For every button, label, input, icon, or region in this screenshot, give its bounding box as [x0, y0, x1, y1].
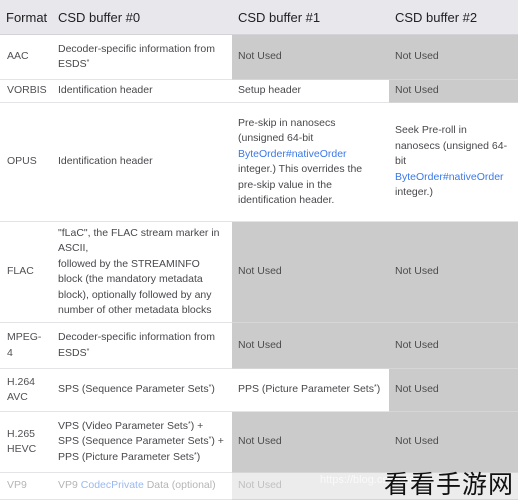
- table-row-opus: OPUS Identification header Pre-skip in n…: [0, 102, 518, 222]
- byteorder-native-order-link[interactable]: ByteOrder#nativeOrder: [395, 171, 504, 183]
- csd0-cell: Identification header: [52, 79, 232, 103]
- csd0-cell: Identification header: [52, 102, 232, 222]
- format-cell: OPUS: [0, 102, 52, 222]
- header-csd1: CSD buffer #1: [232, 0, 389, 35]
- csd2-cell-not-used: Not Used: [389, 322, 518, 369]
- header-row: Format CSD buffer #0 CSD buffer #1 CSD b…: [0, 0, 518, 35]
- csd0-cell: Decoder-specific information from ESDS*: [52, 34, 232, 80]
- csd2-cell-not-used: Not Used: [389, 221, 518, 323]
- table-row-h264: H.264 AVC SPS (Sequence Parameter Sets*)…: [0, 368, 518, 412]
- header-format: Format: [0, 0, 52, 35]
- csd0-cell: VP9 CodecPrivate Data (optional): [52, 472, 232, 500]
- csd1-cell-not-used: Not Used: [232, 411, 389, 473]
- csd2-cell-not-used: Not Used: [389, 79, 518, 103]
- csd1-cell: PPS (Picture Parameter Sets*): [232, 368, 389, 412]
- csd1-cell-not-used: Not Used: [232, 34, 389, 80]
- csd2-cell-not-used: Not Used: [389, 411, 518, 473]
- format-cell: MPEG-4: [0, 322, 52, 369]
- format-cell: FLAC: [0, 221, 52, 323]
- format-cell: H.265 HEVC: [0, 411, 52, 473]
- csd1-cell: Pre-skip in nanosecs (unsigned 64-bit By…: [232, 102, 389, 222]
- csd2-cell: Seek Pre-roll in nanosecs (unsigned 64-b…: [389, 102, 518, 222]
- table-row-flac: FLAC "fLaC", the FLAC stream marker in A…: [0, 221, 518, 323]
- byteorder-native-order-link[interactable]: ByteOrder#nativeOrder: [238, 148, 347, 160]
- header-csd0: CSD buffer #0: [52, 0, 232, 35]
- format-cell: H.264 AVC: [0, 368, 52, 412]
- csd0-cell: Decoder-specific information from ESDS*: [52, 322, 232, 369]
- header-csd2: CSD buffer #2: [389, 0, 518, 35]
- csd0-cell: SPS (Sequence Parameter Sets*): [52, 368, 232, 412]
- csd0-cell: VPS (Video Parameter Sets*) + SPS (Seque…: [52, 411, 232, 473]
- csd0-cell: "fLaC", the FLAC stream marker in ASCII,…: [52, 221, 232, 323]
- csd2-cell-not-used: Not Used: [389, 34, 518, 80]
- table-row-vorbis: VORBIS Identification header Setup heade…: [0, 79, 518, 103]
- table-row-aac: AAC Decoder-specific information from ES…: [0, 34, 518, 80]
- format-cell: AAC: [0, 34, 52, 80]
- table-row-mpeg4: MPEG-4 Decoder-specific information from…: [0, 322, 518, 369]
- csd2-cell-not-used: Not Used: [389, 368, 518, 412]
- csd1-cell-not-used: Not Used: [232, 221, 389, 323]
- watermark-logo: 看看手游网: [383, 470, 514, 499]
- table-row-h265: H.265 HEVC VPS (Video Parameter Sets*) +…: [0, 411, 518, 473]
- format-cell: VP9: [0, 472, 52, 500]
- csd1-cell: Setup header: [232, 79, 389, 103]
- csd1-cell-not-used: Not Used: [232, 322, 389, 369]
- csd-buffer-table: Format CSD buffer #0 CSD buffer #1 CSD b…: [0, 0, 518, 500]
- codec-private-link[interactable]: CodecPrivate: [81, 479, 144, 491]
- format-cell: VORBIS: [0, 79, 52, 103]
